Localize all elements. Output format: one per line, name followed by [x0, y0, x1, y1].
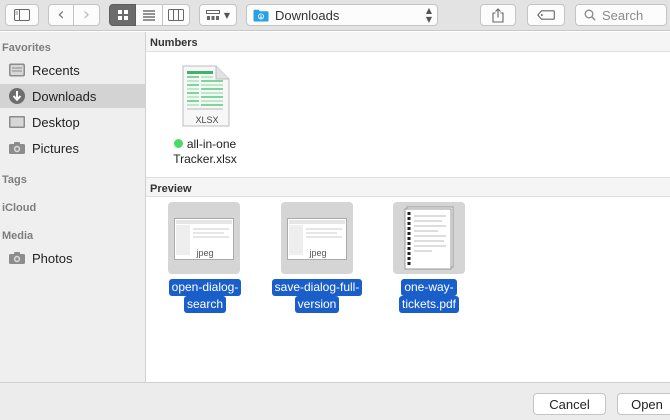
camera-icon: [9, 142, 25, 154]
sidebar-item-label: Downloads: [32, 88, 97, 104]
tag-button[interactable]: [527, 4, 565, 26]
icon-view-button[interactable]: [109, 4, 136, 26]
cancel-button[interactable]: Cancel: [533, 393, 606, 415]
camera-icon: [9, 252, 25, 264]
chevron-down-icon: ▼: [223, 10, 231, 20]
sidebar-item-label: Desktop: [32, 114, 80, 130]
forward-button[interactable]: ›: [74, 4, 100, 26]
toolbar: ‹ › ▼ Downloads ▲ ▼: [0, 0, 670, 31]
column-view-button[interactable]: [163, 4, 190, 26]
group-header-numbers: Numbers: [146, 32, 670, 52]
file-type-badge: jpeg: [192, 248, 218, 258]
sidebar: Favorites Recents Downloads Desktop Pict…: [0, 32, 146, 382]
file-type-badge: jpeg: [305, 248, 331, 258]
location-popup[interactable]: Downloads ▲ ▼: [246, 4, 438, 26]
file-name: save-dialog-full-version: [262, 279, 372, 313]
group-header-preview: Preview: [146, 177, 670, 197]
sidebar-item-desktop[interactable]: Desktop: [0, 110, 145, 134]
group-by-button[interactable]: ▼: [199, 4, 237, 26]
sidebar-item-label: Photos: [32, 250, 73, 266]
section-favorites: Favorites: [2, 42, 51, 54]
updown-arrows-icon: ▲ ▼: [425, 6, 432, 24]
pdf-thumbnail-icon: [404, 206, 454, 270]
sidebar-icon: [14, 9, 30, 21]
desktop-icon: [9, 116, 25, 128]
search-input[interactable]: [602, 7, 662, 23]
sidebar-item-recents[interactable]: Recents: [0, 58, 145, 82]
dialog-footer: Cancel Open: [0, 382, 670, 420]
share-icon: [492, 7, 504, 23]
download-icon: [9, 88, 25, 104]
clock-icon: [9, 63, 25, 77]
sidebar-item-pictures[interactable]: Pictures: [0, 136, 145, 160]
sidebar-item-label: Recents: [32, 62, 80, 78]
grid-icon: [117, 10, 128, 20]
file-name: all-in-one Tracker.xlsx: [173, 137, 237, 166]
file-name: one-way-tickets.pdf: [374, 279, 484, 313]
green-tag-icon: [173, 139, 183, 148]
section-tags: Tags: [2, 174, 27, 186]
search-icon: [584, 9, 596, 21]
sidebar-item-photos[interactable]: Photos: [0, 246, 145, 270]
list-view-button[interactable]: [136, 4, 163, 26]
group-grid-icon: [205, 9, 220, 20]
section-media: Media: [2, 230, 34, 242]
chevron-left-icon: ‹: [57, 4, 65, 25]
sidebar-item-downloads[interactable]: Downloads: [0, 84, 145, 108]
folder-icon: [253, 9, 269, 21]
list-icon: [143, 10, 155, 21]
section-icloud: iCloud: [2, 202, 37, 214]
sidebar-item-label: Pictures: [32, 140, 79, 156]
chevron-right-icon: ›: [82, 4, 91, 25]
open-button[interactable]: Open: [617, 393, 670, 415]
file-name: open-dialog-search: [150, 279, 260, 313]
back-button[interactable]: ‹: [48, 4, 74, 26]
location-label: Downloads: [275, 7, 340, 23]
columns-icon: [168, 9, 184, 21]
share-button[interactable]: [480, 4, 516, 26]
file-type-badge: XLSX: [195, 115, 219, 125]
tag-icon: [537, 10, 555, 20]
file-browser: Numbers XLSX all-in-oneTracker.xlsx Pre: [146, 32, 670, 382]
sidebar-toggle-button[interactable]: [5, 4, 39, 26]
search-field[interactable]: [575, 4, 667, 26]
